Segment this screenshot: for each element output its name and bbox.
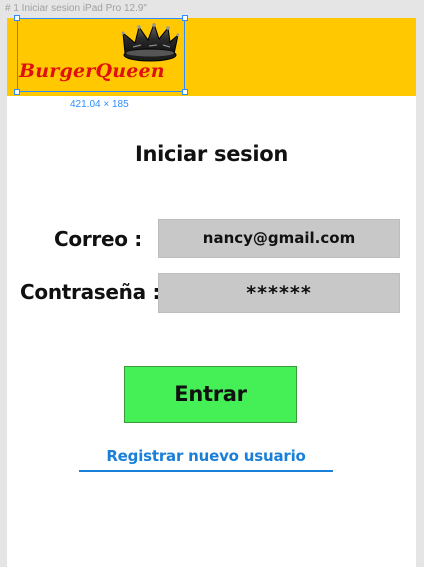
resize-handle-bottom-left[interactable] xyxy=(14,89,20,95)
selection-size-label: 421.04 × 185 xyxy=(70,99,129,110)
register-link[interactable]: Registrar nuevo usuario xyxy=(79,447,333,465)
header-bar: BurgerQueen xyxy=(7,18,416,96)
brand-name: BurgerQueen xyxy=(19,60,165,82)
email-label: Correo : xyxy=(54,227,143,251)
password-field[interactable]: ****** xyxy=(158,273,400,313)
resize-handle-top-left[interactable] xyxy=(14,15,20,21)
page-title: Iniciar sesion xyxy=(134,142,289,166)
login-button[interactable]: Entrar xyxy=(124,366,297,423)
email-field[interactable]: nancy@gmail.com xyxy=(158,219,400,258)
logo[interactable]: BurgerQueen xyxy=(17,18,185,91)
crown-icon xyxy=(121,23,179,62)
register-link-underline xyxy=(79,470,333,472)
resize-handle-bottom-right[interactable] xyxy=(182,89,188,95)
ipad-frame: BurgerQueen Iniciar sesion Correo : nanc… xyxy=(7,18,416,567)
frame-label[interactable]: # 1 Iniciar sesion iPad Pro 12.9" xyxy=(5,3,147,14)
resize-handle-top-right[interactable] xyxy=(182,15,188,21)
password-label: Contraseña : xyxy=(20,280,161,304)
design-canvas: # 1 Iniciar sesion iPad Pro 12.9" ·· xyxy=(0,0,424,567)
